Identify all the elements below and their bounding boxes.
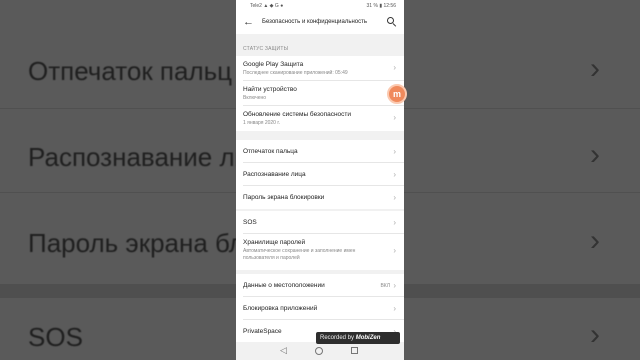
- recorder-logo: MobiZen: [355, 335, 381, 341]
- phone-screen: Tele2 ▲ ◆ G ● 31 % ▮ 12:56 ← Безопасност…: [236, 0, 404, 360]
- bg-chevron-icon: ›: [590, 138, 600, 171]
- chevron-right-icon: ›: [393, 304, 396, 313]
- search-icon[interactable]: [387, 17, 397, 28]
- list-item-find-device[interactable]: Найти устройство Включено ›: [236, 81, 404, 106]
- recorder-watermark: Recorded by MobiZen: [316, 332, 400, 344]
- bg-chevron-icon: ›: [590, 52, 600, 85]
- battery-icon: ▮: [379, 3, 383, 9]
- location-status-value: ВКЛ: [380, 283, 390, 289]
- arrow-left-icon[interactable]: ←: [243, 16, 254, 28]
- chevron-right-icon: ›: [393, 170, 396, 179]
- biometrics-group: Отпечаток пальца › Распознавание лица › …: [236, 140, 404, 209]
- section-header: СТАТУС ЗАЩИТЫ: [243, 46, 289, 52]
- recorder-floating-button[interactable]: m: [387, 84, 407, 104]
- nav-home-icon[interactable]: [315, 347, 323, 355]
- screen: Отпечаток пальц › Распознавание лиц › Па…: [0, 0, 640, 360]
- chevron-right-icon: ›: [393, 147, 396, 156]
- emergency-group: SOS › Хранилище паролей Автоматическое с…: [236, 211, 404, 270]
- chevron-right-icon: ›: [393, 113, 396, 122]
- protection-status-group: Google Play Защита Последнее сканировани…: [236, 56, 404, 131]
- carrier-label: Tele2: [250, 3, 262, 9]
- battery-label: 31 %: [366, 3, 378, 9]
- chevron-right-icon: ›: [393, 63, 396, 72]
- app-bar: ← Безопасность и конфиденциальность: [236, 12, 404, 34]
- page-title: Безопасность и конфиденциальность: [262, 19, 368, 25]
- status-bar: Tele2 ▲ ◆ G ● 31 % ▮ 12:56: [236, 0, 404, 12]
- list-item-location[interactable]: Данные о местоположении ВКЛ ›: [236, 274, 404, 297]
- nav-back-icon[interactable]: ◁: [280, 345, 287, 356]
- chevron-right-icon: ›: [393, 246, 396, 255]
- list-item-face-recognition[interactable]: Распознавание лица ›: [236, 163, 404, 186]
- list-item-google-play-protect[interactable]: Google Play Защита Последнее сканировани…: [236, 56, 404, 81]
- status-icons: ▲ ◆ G ●: [263, 3, 284, 9]
- list-item-app-lock[interactable]: Блокировка приложений ›: [236, 297, 404, 320]
- navigation-bar: ◁: [236, 342, 404, 360]
- clock: 12:56: [383, 3, 396, 9]
- bg-chevron-icon: ›: [590, 318, 600, 351]
- chevron-right-icon: ›: [393, 193, 396, 202]
- list-item-password-vault[interactable]: Хранилище паролей Автоматическое сохране…: [236, 234, 404, 270]
- bg-chevron-icon: ›: [590, 224, 600, 257]
- bg-item-fingerprint: Отпечаток пальц: [28, 56, 233, 86]
- list-item-sos[interactable]: SOS ›: [236, 211, 404, 234]
- nav-recents-icon[interactable]: [351, 347, 358, 354]
- bg-item-lock-password: Пароль экрана бл: [28, 228, 244, 258]
- bg-item-sos: SOS: [28, 322, 83, 352]
- chevron-right-icon: ›: [393, 281, 396, 290]
- bg-item-face: Распознавание лиц: [28, 142, 265, 172]
- list-item-fingerprint[interactable]: Отпечаток пальца ›: [236, 140, 404, 163]
- list-item-lock-screen-password[interactable]: Пароль экрана блокировки ›: [236, 186, 404, 209]
- chevron-right-icon: ›: [393, 218, 396, 227]
- list-item-security-update[interactable]: Обновление системы безопасности 1 января…: [236, 106, 404, 131]
